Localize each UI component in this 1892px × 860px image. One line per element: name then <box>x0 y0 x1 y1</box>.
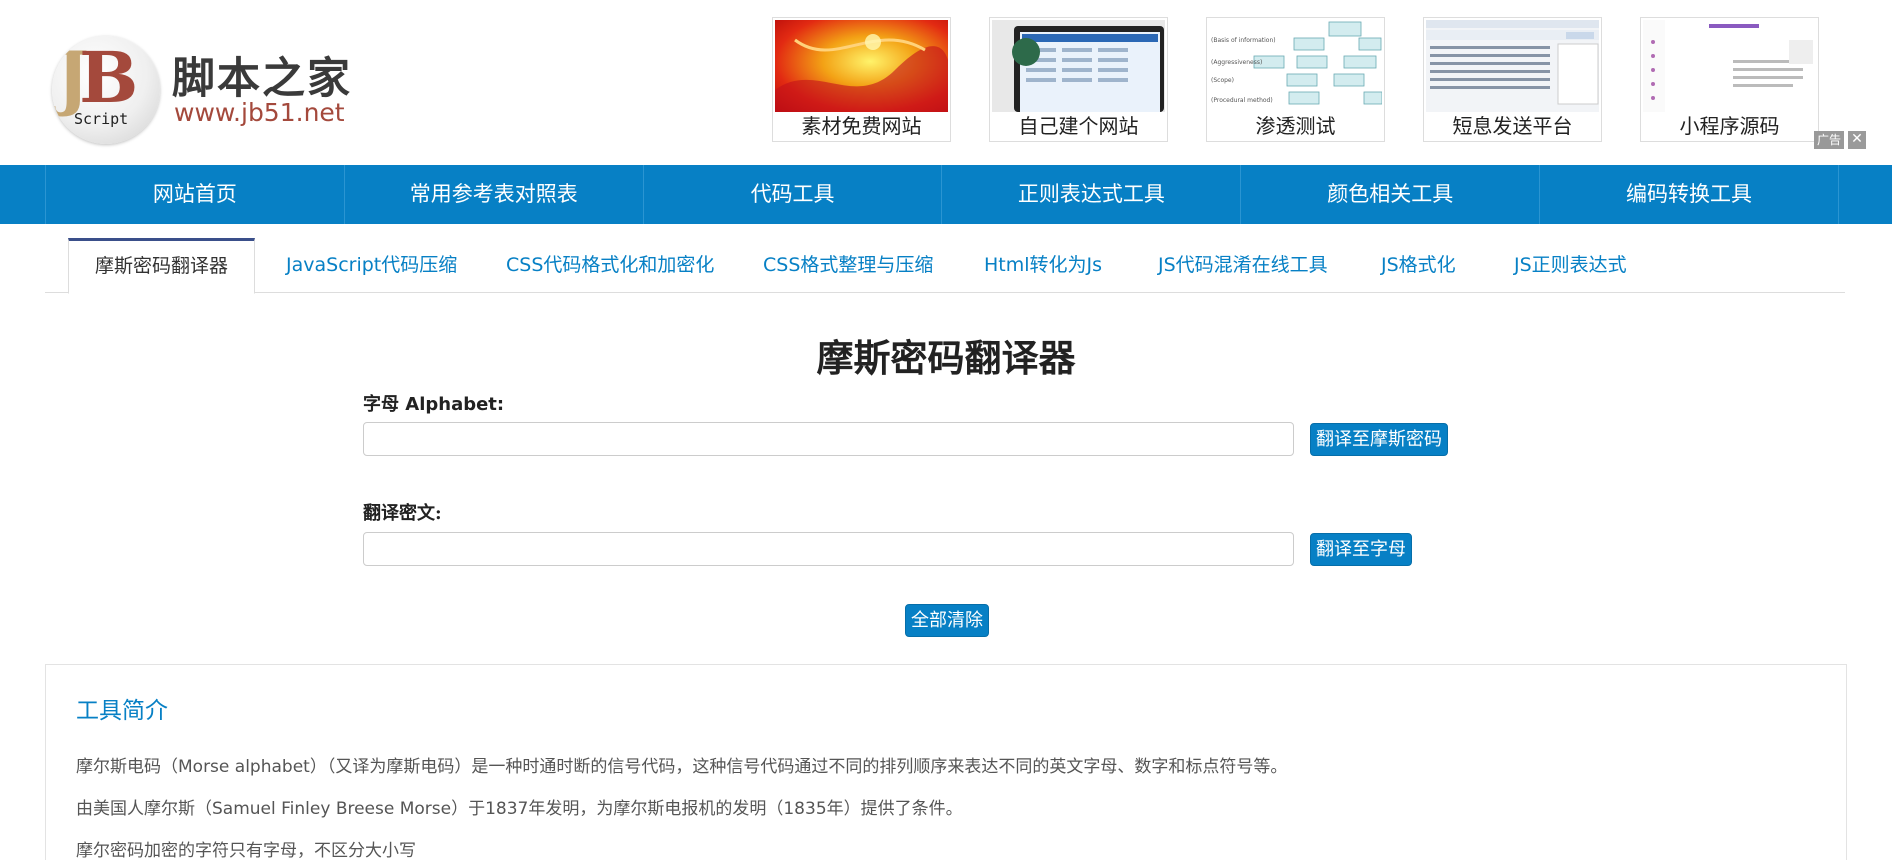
to-morse-button[interactable]: 翻译至摩斯密码 <box>1310 423 1448 456</box>
intro-paragraph: 由美国人摩尔斯（Samuel Finley Breese Morse）于1837… <box>76 799 963 819</box>
page-title: 摩斯密码翻译器 <box>816 337 1076 380</box>
cipher-label: 翻译密文: <box>363 503 442 524</box>
ad-card[interactable]: (Basis of information) (Aggressiveness) … <box>1206 17 1385 142</box>
ad-label: 自己建个网站 <box>1018 114 1139 138</box>
ad-label: 小程序源码 <box>1679 114 1780 138</box>
ad-badge: 广告 <box>1813 131 1844 149</box>
tab-css-format-encrypt[interactable]: CSS代码格式化和加密化 <box>506 238 714 293</box>
svg-text:(Scope): (Scope) <box>1211 77 1234 84</box>
to-alphabet-button[interactable]: 翻译至字母 <box>1310 533 1412 566</box>
svg-text:(Basis of information): (Basis of information) <box>1211 37 1276 44</box>
site-name: 脚本之家 <box>172 54 352 104</box>
ad-close-icon[interactable]: ✕ <box>1848 131 1866 149</box>
nav-item-reference[interactable]: 常用参考表对照表 <box>343 165 643 224</box>
ad-image <box>1643 20 1816 112</box>
intro-paragraph: 摩尔斯电码（Morse alphabet）（又译为摩斯电码）是一种时通时断的信号… <box>76 757 1288 777</box>
ad-image: (Basis of information) (Aggressiveness) … <box>1209 20 1382 112</box>
tab-css-tidy-compress[interactable]: CSS格式整理与压缩 <box>763 238 933 293</box>
tab-html-to-js[interactable]: Html转化为Js <box>984 238 1102 293</box>
nav-item-regex-tools[interactable]: 正则表达式工具 <box>941 165 1240 224</box>
tab-js-obfuscate[interactable]: JS代码混淆在线工具 <box>1158 238 1328 293</box>
alphabet-input[interactable] <box>363 422 1294 456</box>
tab-js-compress[interactable]: JavaScript代码压缩 <box>286 238 457 293</box>
logo-script-text: Script <box>74 110 129 128</box>
logo-emblem: JB Script <box>52 36 160 144</box>
alphabet-label: 字母 Alphabet: <box>363 394 505 415</box>
ad-label: 短息发送平台 <box>1452 114 1573 138</box>
ad-label: 素材免费网站 <box>801 114 922 138</box>
ad-image <box>992 20 1165 112</box>
ad-banner-row: 素材免费网站 自己建个网站 (Basis of information) (Ag… <box>772 17 1872 149</box>
ad-image <box>775 20 948 112</box>
svg-text:(Aggressiveness): (Aggressiveness) <box>1211 59 1262 66</box>
tab-js-regex[interactable]: JS正则表达式 <box>1514 238 1627 293</box>
tool-tabs: 摩斯密码翻译器 JavaScript代码压缩 CSS代码格式化和加密化 CSS格… <box>45 238 1845 294</box>
ad-card[interactable]: 素材免费网站 <box>772 17 951 142</box>
tab-js-format[interactable]: JS格式化 <box>1381 238 1456 293</box>
clear-all-button[interactable]: 全部清除 <box>905 604 989 637</box>
ad-card[interactable]: 小程序源码 广告 ✕ <box>1640 17 1866 149</box>
ad-card[interactable]: 自己建个网站 <box>989 17 1168 142</box>
svg-text:(Procedural method): (Procedural method) <box>1211 97 1273 104</box>
site-logo[interactable]: JB Script 脚本之家 www.jb51.net <box>52 36 372 146</box>
nav-item-code-tools[interactable]: 代码工具 <box>642 165 942 224</box>
nav-item-color-tools[interactable]: 颜色相关工具 <box>1240 165 1539 224</box>
tool-intro-panel: 工具简介 摩尔斯电码（Morse alphabet）（又译为摩斯电码）是一种时通… <box>45 664 1847 860</box>
intro-paragraph: 摩尔密码加密的字符只有字母，不区分大小写 <box>76 841 416 860</box>
tab-morse-translator[interactable]: 摩斯密码翻译器 <box>68 238 255 294</box>
ad-card[interactable]: 短息发送平台 <box>1423 17 1602 142</box>
ad-label: 渗透测试 <box>1255 114 1336 138</box>
main-nav: 网站首页 常用参考表对照表 代码工具 正则表达式工具 颜色相关工具 编码转换工具 <box>0 165 1892 224</box>
nav-item-home[interactable]: 网站首页 <box>45 165 344 224</box>
intro-title: 工具简介 <box>76 698 168 724</box>
site-header: JB Script 脚本之家 www.jb51.net 素材免费网站 自己建个网… <box>0 0 1892 165</box>
nav-item-encoding-tools[interactable]: 编码转换工具 <box>1539 165 1839 224</box>
site-url: www.jb51.net <box>174 98 345 127</box>
cipher-input[interactable] <box>363 532 1294 566</box>
ad-image <box>1426 20 1599 112</box>
